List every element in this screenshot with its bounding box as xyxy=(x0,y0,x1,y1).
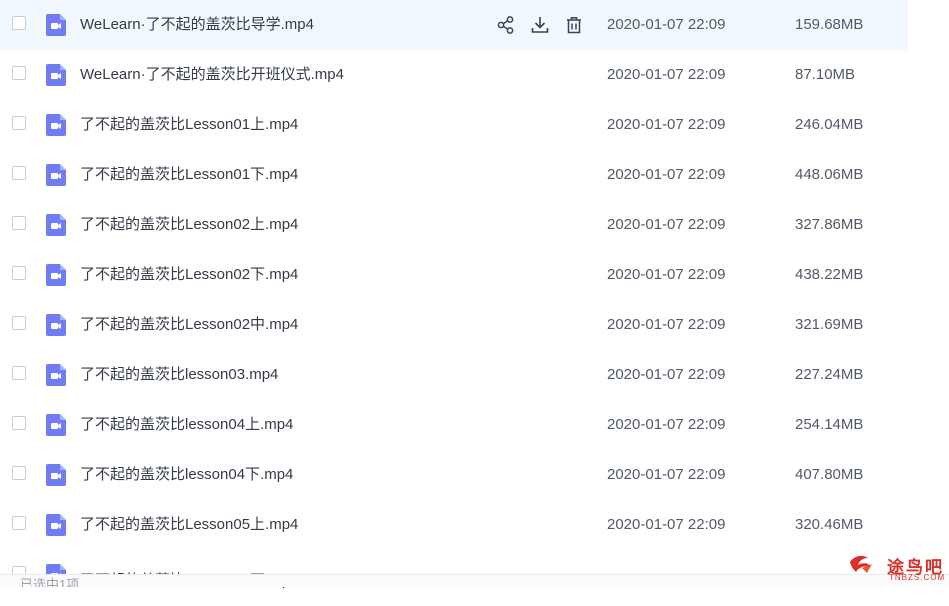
file-list: WeLearn·了不起的盖茨比导学.mp4 2020-01-07 22:09 1… xyxy=(0,0,949,600)
file-row[interactable]: WeLearn·了不起的盖茨比开班仪式.mp4 2020-01-07 22:09… xyxy=(0,50,908,100)
row-actions xyxy=(496,15,584,35)
file-row[interactable]: 了不起的盖茨比Lesson01下.mp4 2020-01-07 22:09 44… xyxy=(0,150,908,200)
row-checkbox[interactable] xyxy=(12,166,26,180)
file-name[interactable]: 了不起的盖茨比lesson04上.mp4 xyxy=(80,400,293,450)
file-size: 321.69MB xyxy=(795,316,864,333)
file-date: 2020-01-07 22:09 xyxy=(607,166,726,183)
row-checkbox[interactable] xyxy=(12,216,26,230)
row-checkbox[interactable] xyxy=(12,466,26,480)
download-icon[interactable] xyxy=(530,15,550,35)
file-size: 227.24MB xyxy=(795,366,864,383)
file-date: 2020-01-07 22:09 xyxy=(607,216,726,233)
file-row[interactable]: 了不起的盖茨比Lesson02中.mp4 2020-01-07 22:09 32… xyxy=(0,300,908,350)
file-name[interactable]: 了不起的盖茨比Lesson02下.mp4 xyxy=(80,250,298,300)
file-name[interactable]: WeLearn·了不起的盖茨比开班仪式.mp4 xyxy=(80,50,344,100)
file-name[interactable]: 了不起的盖茨比Lesson02中.mp4 xyxy=(80,300,298,350)
file-name[interactable]: 了不起的盖茨比Lesson01上.mp4 xyxy=(80,100,298,150)
video-file-icon xyxy=(46,214,66,236)
file-date: 2020-01-07 22:09 xyxy=(607,116,726,133)
file-row[interactable]: 了不起的盖茨比lesson03.mp4 2020-01-07 22:09 227… xyxy=(0,350,908,400)
file-size: 407.80MB xyxy=(795,466,864,483)
file-size: 320.46MB xyxy=(795,516,864,533)
file-size: 438.22MB xyxy=(795,266,864,283)
file-row[interactable]: 了不起的盖茨比Lesson01上.mp4 2020-01-07 22:09 24… xyxy=(0,100,908,150)
video-file-icon xyxy=(46,464,66,486)
row-checkbox[interactable] xyxy=(12,416,26,430)
file-date: 2020-01-07 22:09 xyxy=(607,66,726,83)
file-size: 254.14MB xyxy=(795,416,864,433)
row-checkbox[interactable] xyxy=(12,66,26,80)
video-file-icon xyxy=(46,514,66,536)
share-icon[interactable] xyxy=(496,15,516,35)
video-file-icon xyxy=(46,314,66,336)
file-size: 448.06MB xyxy=(795,166,864,183)
file-name[interactable]: 了不起的盖茨比Lesson02上.mp4 xyxy=(80,200,298,250)
row-checkbox[interactable] xyxy=(12,316,26,330)
row-checkbox[interactable] xyxy=(12,16,26,30)
file-date: 2020-01-07 22:09 xyxy=(607,316,726,333)
file-row[interactable]: WeLearn·了不起的盖茨比导学.mp4 2020-01-07 22:09 1… xyxy=(0,0,908,50)
file-size: 159.68MB xyxy=(795,16,864,33)
file-row[interactable]: 了不起的盖茨比lesson04上.mp4 2020-01-07 22:09 25… xyxy=(0,400,908,450)
file-size: 87.10MB xyxy=(795,66,856,83)
file-name[interactable]: 了不起的盖茨比lesson04下.mp4 xyxy=(80,450,293,500)
file-row[interactable]: 了不起的盖茨比lesson04下.mp4 2020-01-07 22:09 40… xyxy=(0,450,908,500)
video-file-icon xyxy=(46,164,66,186)
file-row[interactable]: 了不起的盖茨比Lesson02下.mp4 2020-01-07 22:09 43… xyxy=(0,250,908,300)
video-file-icon xyxy=(46,364,66,386)
file-size: 246.04MB xyxy=(795,116,864,133)
file-date: 2020-01-07 22:09 xyxy=(607,516,726,533)
video-file-icon xyxy=(46,414,66,436)
file-name[interactable]: 了不起的盖茨比Lesson01下.mp4 xyxy=(80,150,298,200)
file-date: 2020-01-07 22:09 xyxy=(607,466,726,483)
trash-icon[interactable] xyxy=(564,15,584,35)
status-bar: 已选中1项 xyxy=(0,574,949,587)
row-checkbox[interactable] xyxy=(12,366,26,380)
file-row[interactable]: 了不起的盖茨比Lesson05上.mp4 2020-01-07 22:09 32… xyxy=(0,500,908,550)
watermark-subtext: TNBZS.COM xyxy=(889,573,946,582)
file-date: 2020-01-07 22:09 xyxy=(607,416,726,433)
file-date: 2020-01-07 22:09 xyxy=(607,16,726,33)
row-checkbox[interactable] xyxy=(12,516,26,530)
file-size: 327.86MB xyxy=(795,216,864,233)
file-name[interactable]: WeLearn·了不起的盖茨比导学.mp4 xyxy=(80,0,314,50)
file-row[interactable]: 了不起的盖茨比Lesson02上.mp4 2020-01-07 22:09 32… xyxy=(0,200,908,250)
file-date: 2020-01-07 22:09 xyxy=(607,366,726,383)
file-name[interactable]: 了不起的盖茨比lesson03.mp4 xyxy=(80,350,278,400)
video-file-icon xyxy=(46,264,66,286)
video-file-icon xyxy=(46,114,66,136)
row-checkbox[interactable] xyxy=(12,266,26,280)
video-file-icon xyxy=(46,64,66,86)
file-name[interactable]: 了不起的盖茨比Lesson05上.mp4 xyxy=(80,500,298,550)
video-file-icon xyxy=(46,14,66,36)
row-checkbox[interactable] xyxy=(12,116,26,130)
file-date: 2020-01-07 22:09 xyxy=(607,266,726,283)
